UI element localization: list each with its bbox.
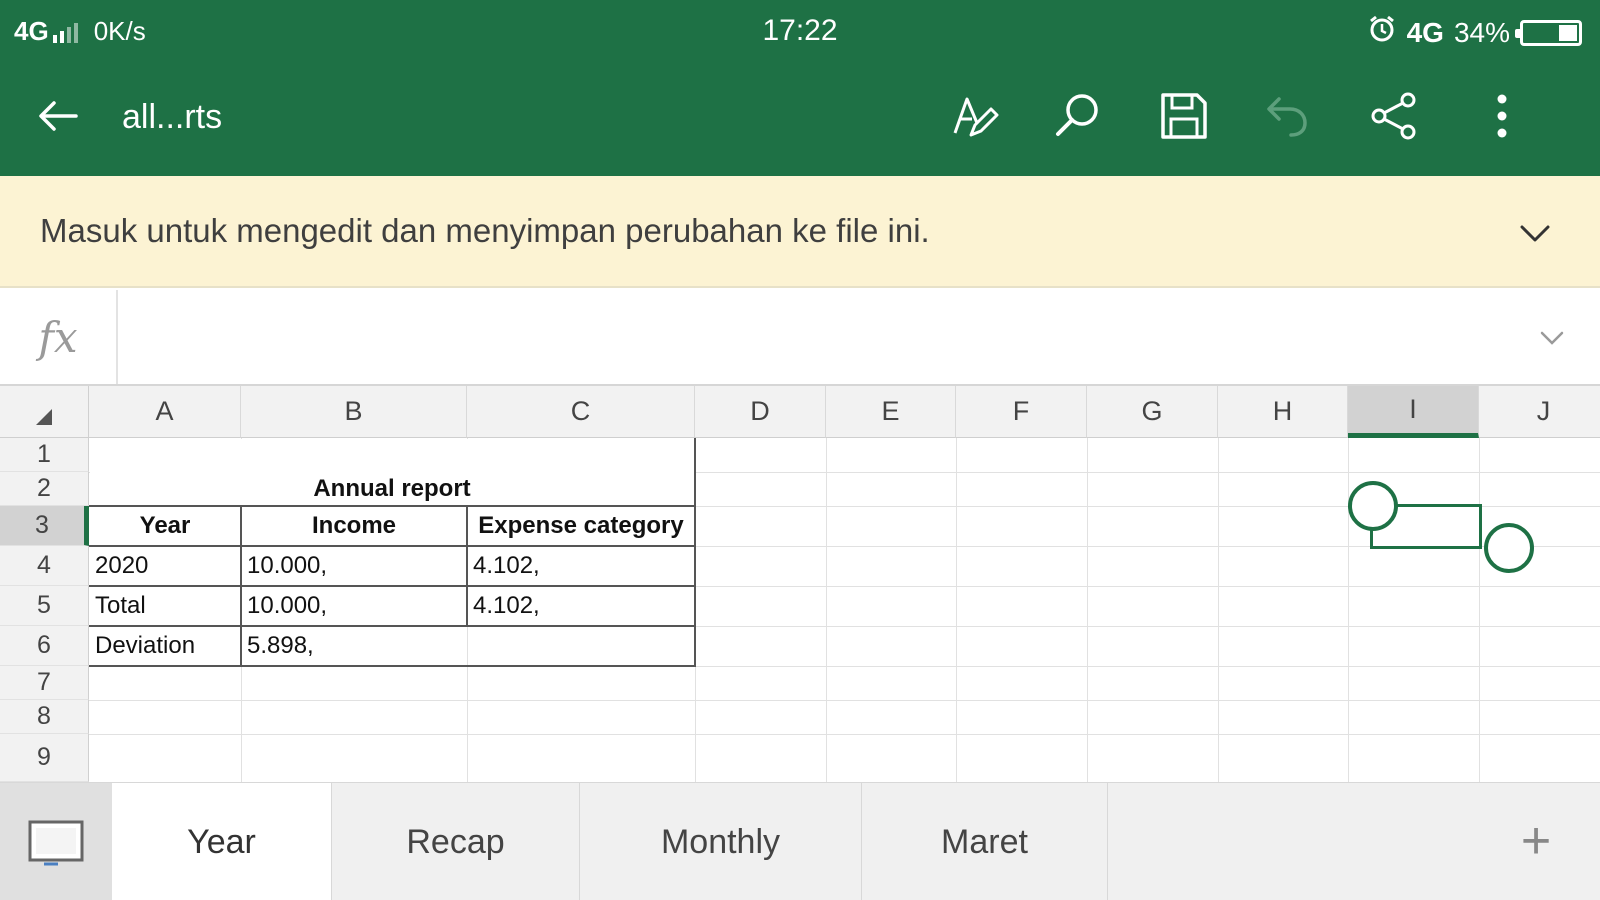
status-bar: 4G 0K/s 17:22 4G 34%: [0, 0, 1600, 62]
status-right: 4G 34%: [1367, 14, 1582, 51]
document-title[interactable]: all...rts: [122, 98, 222, 137]
clock: 17:22: [762, 14, 838, 47]
banner-message: Masuk untuk mengedit dan menyimpan perub…: [40, 212, 930, 249]
undo-icon[interactable]: [1260, 88, 1316, 144]
row-header-4[interactable]: 4: [0, 546, 89, 586]
selection-start-handle[interactable]: [1348, 481, 1398, 531]
fx-label: fx: [0, 290, 118, 384]
expand-formula-chevron-icon[interactable]: [1538, 324, 1566, 352]
gridline: [89, 734, 1600, 735]
add-sheet-button[interactable]: +: [1508, 812, 1564, 870]
header-year[interactable]: Year: [89, 507, 241, 545]
sheet-tab-monthly[interactable]: Monthly: [580, 783, 862, 900]
alarm-icon: [1367, 14, 1397, 51]
formula-input[interactable]: [130, 290, 1510, 384]
select-all-corner[interactable]: [0, 386, 89, 438]
row-header-6[interactable]: 6: [0, 626, 89, 666]
row-header-8[interactable]: 8: [0, 700, 89, 734]
cell-c4[interactable]: 4.102,: [467, 547, 695, 585]
column-header-c[interactable]: C: [467, 386, 695, 438]
signal-icon: [52, 21, 78, 43]
network-type: 4G: [14, 16, 49, 46]
column-header-j[interactable]: J: [1479, 386, 1600, 438]
column-header-f[interactable]: F: [956, 386, 1087, 438]
formula-bar: fx: [0, 290, 1600, 386]
cell-a6[interactable]: Deviation: [89, 627, 241, 665]
row-header-7[interactable]: 7: [0, 666, 89, 700]
column-header-e[interactable]: E: [826, 386, 956, 438]
sign-in-banner[interactable]: Masuk untuk mengedit dan menyimpan perub…: [0, 176, 1600, 288]
column-header-i[interactable]: I: [1348, 386, 1479, 438]
sheet-tab-bar: Year Recap Monthly Maret +: [0, 782, 1600, 900]
cell-a4[interactable]: 2020: [89, 547, 241, 585]
gridline: [1218, 438, 1219, 782]
chevron-down-icon[interactable]: [1518, 216, 1552, 250]
battery-fill: [1559, 24, 1577, 41]
spreadsheet-grid[interactable]: A B C D E F G H I J 1 2 3 4 5 6 7 8 9 An…: [0, 386, 1600, 782]
header-income[interactable]: Income: [241, 507, 467, 545]
sheet-tab-recap[interactable]: Recap: [332, 783, 580, 900]
gridline: [826, 438, 827, 782]
cell-b4[interactable]: 10.000,: [241, 547, 467, 585]
selection-end-handle[interactable]: [1484, 523, 1534, 573]
row-header-5[interactable]: 5: [0, 586, 89, 626]
more-icon[interactable]: [1474, 88, 1530, 144]
battery-percent: 34%: [1453, 16, 1510, 48]
app-bar: all...rts: [0, 62, 1600, 176]
column-header-h[interactable]: H: [1218, 386, 1348, 438]
mobile-data-label: 4G: [1406, 16, 1444, 48]
row-header-2[interactable]: 2: [0, 472, 89, 506]
column-header-a[interactable]: A: [89, 386, 241, 438]
column-header-d[interactable]: D: [695, 386, 826, 438]
draw-icon[interactable]: [946, 88, 1002, 144]
column-header-g[interactable]: G: [1087, 386, 1218, 438]
save-icon[interactable]: [1156, 88, 1212, 144]
row-header-1[interactable]: 1: [0, 438, 89, 472]
gridline: [1348, 438, 1349, 782]
cell-b6[interactable]: 5.898,: [241, 627, 695, 665]
cell-c5[interactable]: 4.102,: [467, 587, 695, 625]
cell-b5[interactable]: 10.000,: [241, 587, 467, 625]
row-header-9[interactable]: 9: [0, 734, 89, 782]
header-expense-category[interactable]: Expense category: [467, 507, 695, 545]
view-toggle-icon[interactable]: [0, 783, 112, 900]
table-border: [89, 665, 696, 667]
report-title[interactable]: Annual report: [89, 472, 695, 506]
battery-icon: [1515, 19, 1582, 46]
column-header-b[interactable]: B: [241, 386, 467, 438]
network-speed: 0K/s: [93, 16, 146, 46]
search-icon[interactable]: [1050, 88, 1106, 144]
sheet-tab-year[interactable]: Year: [112, 783, 332, 900]
row-header-3[interactable]: 3: [0, 506, 89, 546]
gridline: [1479, 438, 1480, 782]
cell-a5[interactable]: Total: [89, 587, 241, 625]
share-icon[interactable]: [1366, 88, 1422, 144]
gridline: [89, 700, 1600, 701]
back-arrow-icon[interactable]: [34, 92, 82, 140]
gridline: [1087, 438, 1088, 782]
sheet-tab-maret[interactable]: Maret: [862, 783, 1108, 900]
status-left: 4G 0K/s: [14, 16, 146, 47]
gridline: [956, 438, 957, 782]
